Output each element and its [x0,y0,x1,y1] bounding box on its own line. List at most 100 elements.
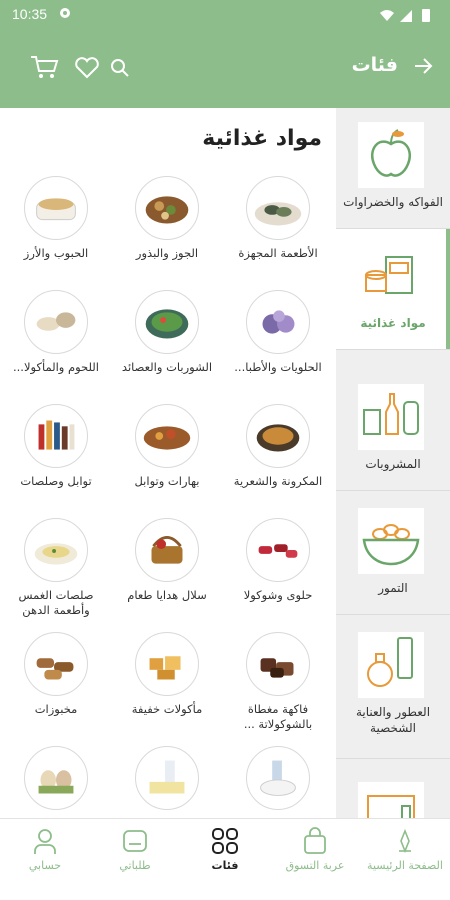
sidebar-item-label: الفواكه والخضراوات [343,195,443,209]
page-title: فئات [351,54,398,76]
dairy-icon [246,746,310,810]
subcategory-label: الحلويات والأطبا... [234,360,322,374]
nav-orders[interactable]: طلباتي [90,819,180,881]
sauces-icon [24,404,88,468]
subcategory-spices[interactable]: بهارات وتوابل [117,404,217,524]
perfume-icon [358,632,424,698]
subcategory-label: صلصات الغمس وأطعمة الدهن [18,588,94,617]
app-bar: فئات [0,30,450,108]
nav-categories[interactable]: فئات [180,819,270,881]
heart-icon[interactable] [74,56,100,80]
nuts-icon [135,176,199,240]
sidebar-item-drinks[interactable]: المشروبات [336,370,450,490]
divider [336,614,450,615]
cart-icon[interactable] [30,54,60,80]
nav-label: حسابي [28,859,62,872]
subcategory-label: حلوى وشوكولا [243,588,313,602]
dates-bowl-icon [358,508,424,574]
sweets-icon [246,290,310,354]
subcategory-label: الجوز والبذور [135,246,199,260]
subcategory-snacks[interactable]: مأكولات خفيفة [117,632,217,752]
soup-icon [135,290,199,354]
subcategory-label: الأطعمة المجهزة [238,246,318,260]
category-sidebar: الفواكه والخضراوات مواد غذائية المشروبات… [336,108,450,818]
sidebar-item-label: العطور والعناية الشخصية [355,705,431,735]
choco-fruit-icon [246,632,310,696]
status-bar: 10:35 [0,0,450,30]
prepared-food-icon [246,176,310,240]
subcategory-choco-fruit[interactable]: فاكهة مغطاة بالشوكولاتة ... [228,632,328,752]
divider [336,758,450,759]
candy-icon [246,518,310,582]
search-icon[interactable] [108,57,132,79]
spices-icon [135,404,199,468]
nav-label: طلباتي [119,859,151,872]
milk-icon [135,746,199,810]
subcategory-panel: مواد غذائية الأطعمة المجهزة الجوز والبذو… [0,108,336,818]
subcategory-label: المكرونة والشعرية [233,474,323,488]
home-logo-icon [399,828,411,854]
subcategory-candy[interactable]: حلوى وشوكولا [228,518,328,638]
shopping-bag-icon [304,827,326,854]
subcategory-eggs[interactable] [6,746,106,818]
apple-icon [358,122,424,188]
sidebar-item-groceries[interactable]: مواد غذائية [336,229,450,349]
sidebar-item-perfumes[interactable]: العطور والعناية الشخصية [336,618,450,758]
settings-gear-icon [60,8,70,18]
dips-icon [24,518,88,582]
gift-basket-icon [135,518,199,582]
subcategory-label: مأكولات خفيفة [131,702,203,716]
subcategory-label: الشوربات والعصائد [121,360,213,374]
sidebar-item-label: المشروبات [365,457,421,471]
subcategory-bakery[interactable]: مخبوزات [6,632,106,752]
device-icon [358,782,424,818]
system-nav-bar [0,880,450,900]
bottles-icon [358,384,424,450]
bakery-icon [24,632,88,696]
subcategory-label: مخبوزات [34,702,78,716]
subcategory-sauces[interactable]: توابل وصلصات [6,404,106,524]
subcategory-dairy[interactable] [228,746,328,818]
nav-label: عربة التسوق [285,859,345,872]
nav-label: فئات [211,859,239,872]
grocery-box-icon [358,243,424,309]
subcategory-rice[interactable]: الحبوب والأرز [6,176,106,296]
section-title: مواد غذائية [202,126,322,151]
subcategory-gift-baskets[interactable]: سلال هدايا طعام [117,518,217,638]
meat-icon [24,290,88,354]
status-indicators-icon [380,9,430,22]
subcategory-milk[interactable] [117,746,217,818]
sidebar-item-label: مواد غذائية [360,316,426,330]
subcategory-label: سلال هدايا طعام [127,588,207,602]
subcategory-prepared-food[interactable]: الأطعمة المجهزة [228,176,328,296]
bottom-nav: الصفحة الرئيسية عربة التسوق فئات طلباتي … [0,818,450,880]
divider [336,349,450,350]
sidebar-item-fruits-vegetables[interactable]: الفواكه والخضراوات [336,108,450,228]
subcategory-nuts[interactable]: الجوز والبذور [117,176,217,296]
sidebar-item-electronics[interactable] [336,768,450,818]
nav-home[interactable]: الصفحة الرئيسية [360,819,450,881]
person-icon [34,829,56,854]
snacks-icon [135,632,199,696]
subcategory-soups[interactable]: الشوربات والعصائد [117,290,217,410]
nav-label: الصفحة الرئيسية [367,859,443,872]
nav-cart[interactable]: عربة التسوق [270,819,360,881]
subcategory-meat[interactable]: اللحوم والمأكولا... [6,290,106,410]
sidebar-item-dates[interactable]: التمور [336,494,450,614]
nav-account[interactable]: حسابي [0,819,90,881]
orders-icon [123,830,147,852]
eggs-icon [24,746,88,810]
grid-icon [212,828,238,854]
subcategory-dips[interactable]: صلصات الغمس وأطعمة الدهن [6,518,106,638]
subcategory-label: بهارات وتوابل [134,474,200,488]
subcategory-pasta[interactable]: المكرونة والشعرية [228,404,328,524]
back-arrow-icon[interactable] [412,55,434,77]
subcategory-label: توابل وصلصات [20,474,92,488]
status-time: 10:35 [12,6,48,22]
rice-icon [24,176,88,240]
subcategory-sweets[interactable]: الحلويات والأطبا... [228,290,328,410]
subcategory-label: اللحوم والمأكولا... [13,360,99,374]
divider [336,490,450,491]
sidebar-item-label: التمور [378,581,408,595]
subcategory-label: الحبوب والأرز [23,246,89,260]
